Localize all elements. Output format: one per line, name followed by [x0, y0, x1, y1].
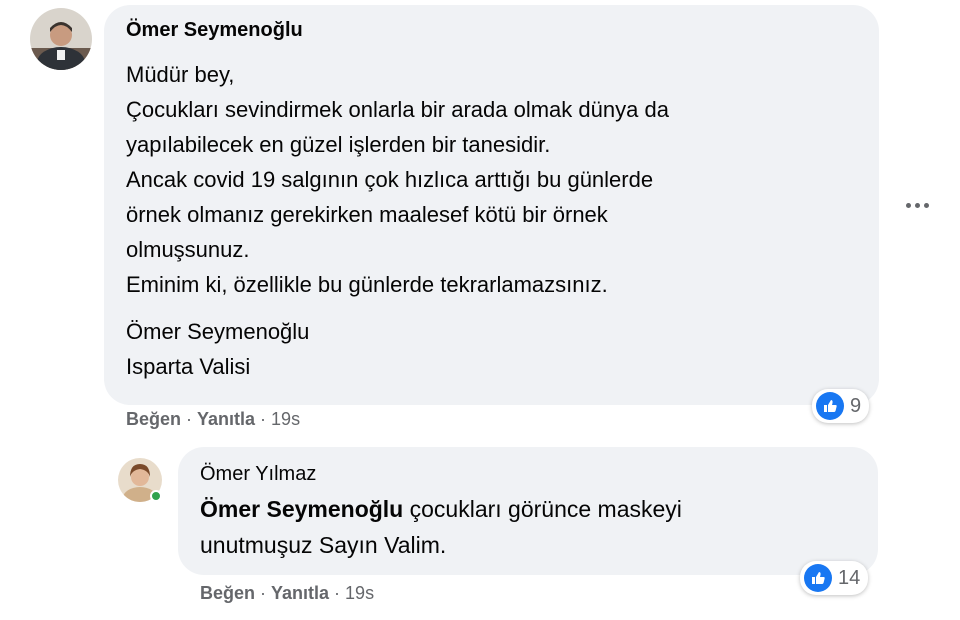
comment-line: yapılabilecek en güzel işlerden bir tane…: [126, 132, 551, 157]
reply-actions: Beğen · Yanıtla · 19s: [200, 583, 374, 604]
comment-signature-name: Ömer Seymenoğlu: [126, 319, 310, 344]
comment-actions: Beğen · Yanıtla · 19s: [126, 409, 300, 430]
separator: ·: [260, 583, 267, 603]
reply-line: Ömer Seymenoğlu çocukları görünce maskey…: [200, 491, 682, 527]
separator: ·: [334, 583, 341, 603]
comment-bubble: Ömer Seymenoğlu Müdür bey, Çocukları sev…: [104, 5, 879, 405]
comment-reaction-count: 9: [850, 394, 862, 417]
reply-reaction-count: 14: [838, 566, 861, 589]
comment-text: Müdür bey, Çocukları sevindirmek onlarla…: [126, 57, 669, 384]
reply-button[interactable]: Yanıtla: [271, 583, 329, 604]
reply-reactions[interactable]: 14: [800, 561, 869, 595]
separator: ·: [260, 409, 267, 429]
comment-timestamp[interactable]: 19s: [271, 409, 300, 430]
comment-line: Çocukları sevindirmek onlarla bir arada …: [126, 97, 669, 122]
comment-line: Eminim ki, özellikle bu günlerde tekrarl…: [126, 272, 608, 297]
reply-button[interactable]: Yanıtla: [197, 409, 255, 430]
comment-line: Ancak covid 19 salgının çok hızlıca artt…: [126, 167, 654, 192]
more-options-icon[interactable]: [902, 195, 932, 215]
like-button[interactable]: Beğen: [126, 409, 181, 430]
reply-timestamp[interactable]: 19s: [345, 583, 374, 604]
online-status-indicator: [150, 490, 162, 502]
like-button[interactable]: Beğen: [200, 583, 255, 604]
separator: ·: [186, 409, 193, 429]
comment-line: Müdür bey,: [126, 62, 235, 87]
mention-link[interactable]: Ömer Seymenoğlu: [200, 496, 403, 522]
comment-line: olmuşsunuz.: [126, 237, 250, 262]
reply-text-rest: çocukları görünce maskeyi: [403, 496, 682, 522]
profile-photo-icon: [30, 8, 92, 70]
comment-line: örnek olmanız gerekirken maalesef kötü b…: [126, 202, 608, 227]
comment-signature-title: Isparta Valisi: [126, 354, 251, 379]
comment-author-name[interactable]: Ömer Seymenoğlu: [126, 19, 303, 42]
like-reaction-icon: [816, 392, 844, 420]
reply-text: Ömer Seymenoğlu çocukları görünce maskey…: [200, 491, 682, 563]
reply-bubble: Ömer Yılmaz Ömer Seymenoğlu çocukları gö…: [178, 447, 878, 575]
reply-line: unutmuşuz Sayın Valim.: [200, 532, 447, 558]
reply-author-name[interactable]: Ömer Yılmaz: [200, 463, 316, 486]
comment-author-avatar[interactable]: [30, 8, 92, 70]
like-reaction-icon: [804, 564, 832, 592]
comment-reactions[interactable]: 9: [812, 389, 870, 423]
